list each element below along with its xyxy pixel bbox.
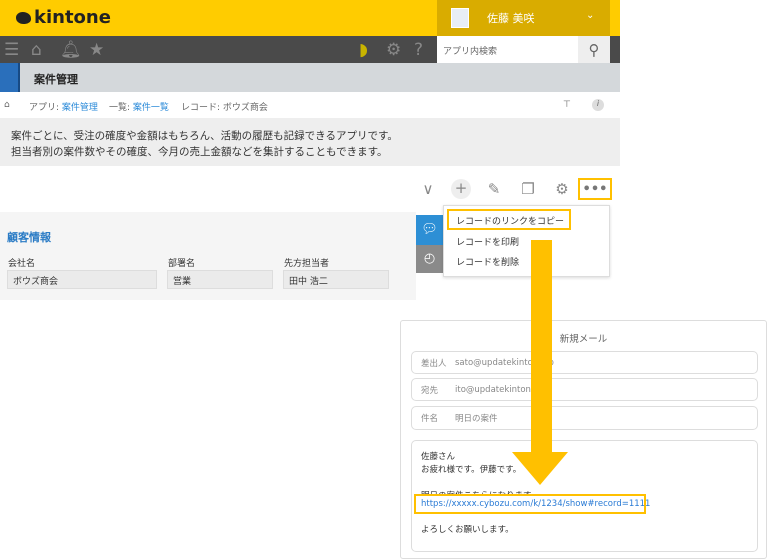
record-link[interactable]: https://xxxxx.cybozu.com/k/1234/show#rec… xyxy=(414,494,650,514)
home-icon[interactable]: ⌂ xyxy=(31,40,42,60)
field-value-department: 営業 xyxy=(167,270,273,289)
section-title: 顧客情報 xyxy=(7,231,51,244)
comment-icon: 💬︎ xyxy=(421,222,438,237)
field-value-contact: 田中 浩二 xyxy=(283,270,389,289)
user-name: 佐藤 美咲 xyxy=(487,12,535,25)
field-label-company: 会社名 xyxy=(8,259,36,269)
bell-icon[interactable]: 🔔︎ xyxy=(60,40,82,60)
beginner-mark-icon[interactable]: ◗ xyxy=(359,40,368,60)
gear-icon[interactable]: ⚙ xyxy=(552,180,572,198)
menu-item-print[interactable]: レコードを印刷 xyxy=(456,235,519,248)
duplicate-icon[interactable]: ❐ xyxy=(518,180,538,198)
app-title[interactable]: 案件管理 xyxy=(34,71,78,87)
home-icon[interactable]: ⌂ xyxy=(4,100,10,110)
pin-icon[interactable]: ⊤ xyxy=(563,100,571,110)
more-options-button[interactable]: ••• xyxy=(578,178,612,200)
comments-tab[interactable]: 💬︎ xyxy=(416,215,443,245)
breadcrumb-app[interactable]: アプリ: 案件管理 xyxy=(29,100,98,113)
search-button[interactable]: ⚲ xyxy=(578,36,610,63)
logo-text: kintone xyxy=(34,7,111,28)
help-icon[interactable]: ? xyxy=(414,40,423,60)
breadcrumb-list[interactable]: 一覧: 案件一覧 xyxy=(109,100,169,113)
avatar xyxy=(451,8,469,28)
menu-icon[interactable]: ☰ xyxy=(4,40,19,60)
collapse-chevron-icon[interactable]: ∨ xyxy=(418,180,438,198)
breadcrumb-record: レコード: ボウズ商会 xyxy=(181,103,268,113)
arrow-down-icon xyxy=(512,452,568,485)
app-icon xyxy=(0,63,20,92)
field-label-department: 部署名 xyxy=(168,259,196,269)
history-icon: ◴ xyxy=(423,251,436,266)
arrow-shaft xyxy=(531,240,552,454)
app-search-input[interactable]: アプリ内検索 xyxy=(437,36,578,63)
kintone-logo[interactable]: kintone xyxy=(16,7,111,28)
highlight-box xyxy=(447,209,571,230)
to-field[interactable]: 宛先 ito@updatekintone.jp xyxy=(411,378,758,401)
info-icon[interactable]: i xyxy=(592,99,604,111)
chevron-down-icon[interactable]: ⌄ xyxy=(586,10,594,21)
add-record-button[interactable]: + xyxy=(451,179,471,199)
field-value-company: ボウズ商会 xyxy=(7,270,157,289)
logo-icon xyxy=(16,11,31,24)
subject-field[interactable]: 件名 明日の案件 xyxy=(411,406,758,430)
app-header xyxy=(0,63,620,92)
star-icon[interactable]: ★ xyxy=(89,40,104,60)
user-menu[interactable]: 佐藤 美咲 xyxy=(437,0,610,36)
app-description: 案件ごとに、受注の確度や金額はもちろん、活動の履歴も記録できるアプリです。 担当者… xyxy=(0,118,620,166)
history-tab[interactable]: ◴ xyxy=(416,245,443,273)
mail-title: 新規メール xyxy=(559,334,608,345)
from-field[interactable]: 差出人 sato@updatekintone.jp xyxy=(411,351,758,374)
gear-icon[interactable]: ⚙ xyxy=(386,40,401,60)
field-label-contact: 先方担当者 xyxy=(284,259,330,269)
edit-icon[interactable]: ✎ xyxy=(484,180,504,198)
menu-item-delete[interactable]: レコードを削除 xyxy=(456,255,519,268)
search-icon: ⚲ xyxy=(588,40,600,59)
